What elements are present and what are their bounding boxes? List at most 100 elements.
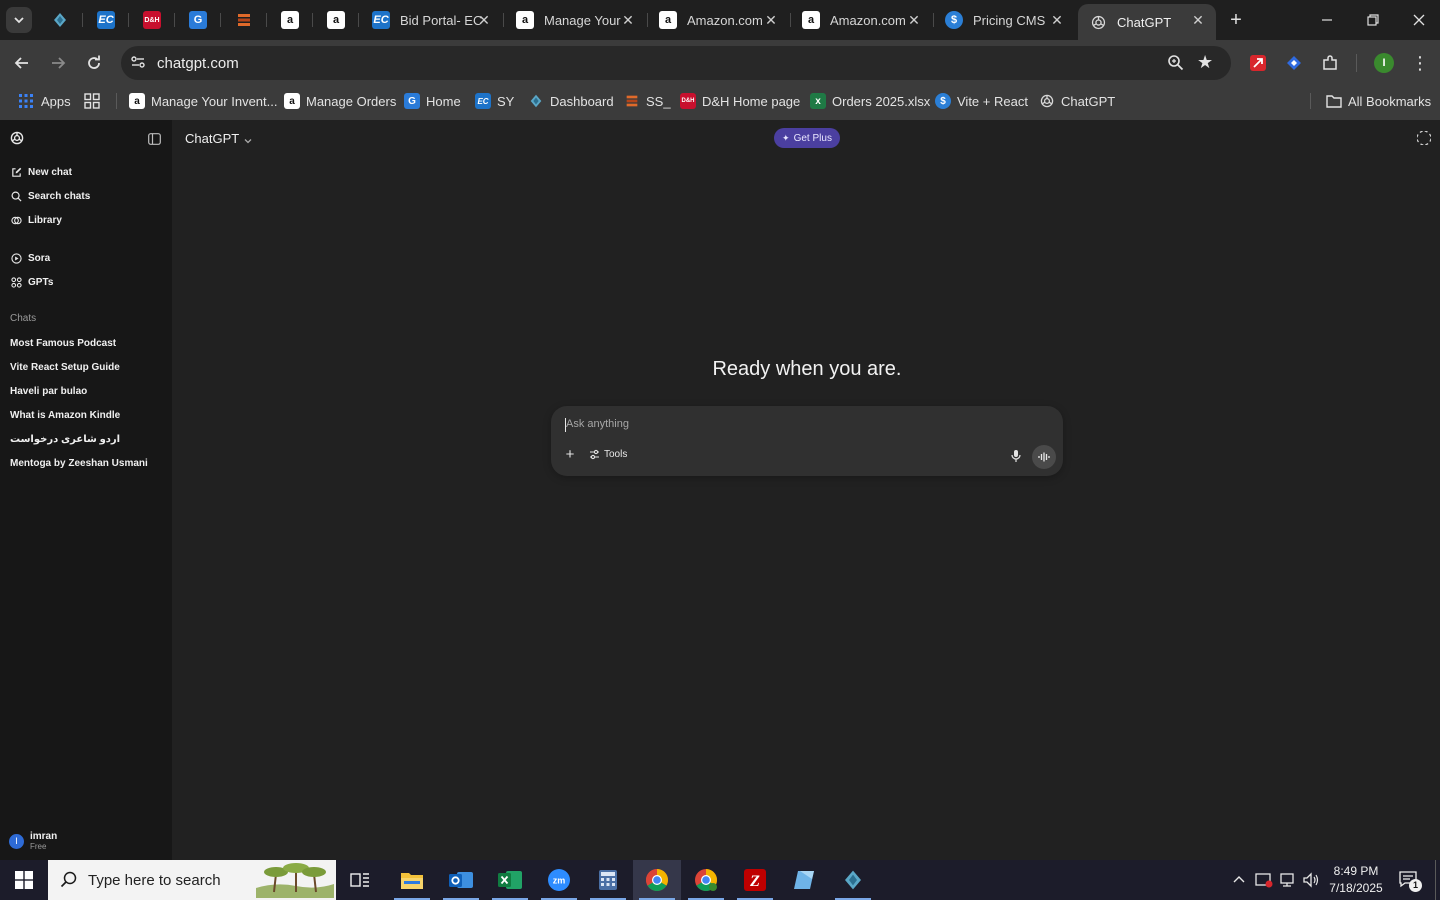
sidebar-item-search-chats[interactable]: Search chats <box>10 186 90 206</box>
gpts-icon <box>10 276 22 288</box>
bookmark-home[interactable]: G Home <box>404 90 461 112</box>
start-button[interactable] <box>0 860 48 900</box>
taskbar-search-box[interactable]: Type here to search <box>48 860 336 900</box>
window-close-button[interactable] <box>1396 0 1440 40</box>
bookmark-manage-inventory[interactable]: a Manage Your Invent... <box>129 90 277 112</box>
chat-history-item[interactable]: Vite React Setup Guide <box>10 362 120 373</box>
close-icon[interactable]: ✕ <box>906 12 922 28</box>
site-info-icon[interactable] <box>129 54 147 72</box>
minimize-button[interactable] <box>1304 0 1350 40</box>
file-explorer-app[interactable] <box>388 860 436 900</box>
bookmark-dashboard[interactable]: Dashboard <box>528 90 614 112</box>
address-bar[interactable]: chatgpt.com ★ <box>121 46 1231 80</box>
pinned-tab-stack[interactable] <box>222 0 266 40</box>
chat-history-item[interactable]: What is Amazon Kindle <box>10 410 120 421</box>
calculator-app[interactable] <box>584 860 632 900</box>
chrome-profile-app[interactable] <box>682 860 730 900</box>
chevron-down-icon <box>14 17 24 24</box>
bookmark-dh-home[interactable]: D&H D&H Home page <box>680 90 800 112</box>
chat-history-item[interactable]: Most Famous Podcast <box>10 338 116 349</box>
tray-security-icon[interactable] <box>1255 871 1273 889</box>
extensions-puzzle-icon[interactable] <box>1319 52 1341 74</box>
sidebar-item-new-chat[interactable]: New chat <box>10 162 72 182</box>
sidebar-item-sora[interactable]: Sora <box>10 248 50 268</box>
browser-menu-icon[interactable]: ⋮ <box>1410 51 1430 75</box>
browser-toolbar: chatgpt.com ★ I ⋮ <box>0 40 1440 86</box>
volume-icon[interactable] <box>1302 871 1320 889</box>
notification-center-button[interactable]: 1 <box>1398 870 1422 892</box>
tray-overflow-chevron-icon[interactable] <box>1230 871 1248 889</box>
tab-manage-your[interactable]: a Manage Your ✕ <box>504 0 646 40</box>
close-icon[interactable]: ✕ <box>476 12 492 28</box>
bookmark-star-icon[interactable]: ★ <box>1197 52 1217 72</box>
voice-mode-button[interactable] <box>1032 445 1056 469</box>
show-desktop-button[interactable] <box>1435 860 1436 900</box>
excel-app[interactable] <box>486 860 534 900</box>
network-icon[interactable] <box>1279 871 1297 889</box>
bookmark-apps[interactable]: Apps <box>18 90 71 112</box>
tab-amazon-2[interactable]: a Amazon.com ✕ <box>790 0 932 40</box>
bookmark-sy[interactable]: EC SY <box>475 90 514 112</box>
prompt-input[interactable]: Ask anything <box>566 418 629 430</box>
zoom-app[interactable]: zm <box>535 860 583 900</box>
notepad-app[interactable] <box>780 860 828 900</box>
profile-avatar[interactable]: I <box>1374 53 1394 73</box>
sidebar-toggle-icon[interactable] <box>148 132 162 146</box>
bookmark-label: All Bookmarks <box>1348 93 1432 109</box>
get-plus-button[interactable]: ✦ Get Plus <box>774 128 840 148</box>
outlook-icon <box>449 872 473 888</box>
stack-icon <box>238 14 250 26</box>
sidebar-item-gpts[interactable]: GPTs <box>10 272 53 292</box>
microphone-icon[interactable] <box>1010 449 1022 463</box>
pinned-tab-ec[interactable]: EC <box>84 0 128 40</box>
bookmark-vite-react[interactable]: $ Vite + React <box>935 90 1028 112</box>
zoom-icon[interactable] <box>1167 54 1185 72</box>
tools-button[interactable]: Tools <box>589 449 627 460</box>
pinned-tab-g[interactable]: G <box>176 0 220 40</box>
sidebar-user-profile[interactable]: I imran Free <box>9 828 57 854</box>
get-plus-label: Get Plus <box>793 132 832 144</box>
bookmark-chatgpt[interactable]: ChatGPT <box>1039 90 1115 112</box>
temporary-chat-icon[interactable] <box>1416 130 1432 146</box>
taskbar-clock[interactable]: 8:49 PM 7/18/2025 <box>1320 863 1392 897</box>
extension-red-icon[interactable] <box>1247 52 1269 74</box>
model-picker[interactable]: ChatGPT <box>185 131 253 146</box>
back-button[interactable] <box>8 49 36 77</box>
sidebar-item-library[interactable]: Library <box>10 210 62 230</box>
chat-history-item[interactable]: اردو شاعری درخواست <box>10 434 120 445</box>
bookmark-orders-2025[interactable]: x Orders 2025.xlsx <box>810 90 930 112</box>
close-icon[interactable]: ✕ <box>1049 12 1065 28</box>
restore-button[interactable] <box>1350 0 1396 40</box>
extension-blue-icon[interactable] <box>1283 52 1305 74</box>
chrome-app[interactable] <box>633 860 681 900</box>
add-attachment-button[interactable]: + <box>563 447 577 462</box>
close-icon[interactable]: ✕ <box>620 12 636 28</box>
outlook-app[interactable] <box>437 860 485 900</box>
folder-icon <box>1326 95 1342 108</box>
tab-chatgpt[interactable]: ChatGPT ✕ <box>1078 4 1216 40</box>
close-icon[interactable]: ✕ <box>1190 12 1206 28</box>
chat-history-item[interactable]: Mentoga by Zeeshan Usmani <box>10 458 148 469</box>
pinned-tab-diamond[interactable] <box>38 0 82 40</box>
forward-button[interactable] <box>44 49 72 77</box>
task-view-button[interactable] <box>336 860 384 900</box>
pinned-tab-dh[interactable]: D&H <box>130 0 174 40</box>
app-diamond[interactable] <box>829 860 877 900</box>
tab-amazon-1[interactable]: a Amazon.com ✕ <box>647 0 789 40</box>
tab-search-button[interactable] <box>6 7 32 33</box>
openai-logo-icon[interactable] <box>9 130 27 148</box>
tab-pricing-cms[interactable]: $ Pricing CMS ✕ <box>933 0 1075 40</box>
tab-groups-button[interactable] <box>84 90 100 112</box>
reload-button[interactable] <box>80 49 108 77</box>
tab-bid-portal[interactable]: EC Bid Portal- EC ✕ <box>360 0 502 40</box>
url-text[interactable]: chatgpt.com <box>157 55 239 72</box>
close-icon[interactable]: ✕ <box>763 12 779 28</box>
filezilla-app[interactable]: Z <box>731 860 779 900</box>
pinned-tab-amazon-2[interactable]: a <box>314 0 358 40</box>
chat-history-item[interactable]: Haveli par bulao <box>10 386 87 397</box>
bookmark-manage-orders[interactable]: a Manage Orders <box>284 90 396 112</box>
all-bookmarks[interactable]: All Bookmarks <box>1326 90 1431 112</box>
new-tab-button[interactable]: + <box>1224 9 1248 31</box>
bookmark-ss[interactable]: SS_ <box>624 90 671 112</box>
pinned-tab-amazon-1[interactable]: a <box>268 0 312 40</box>
